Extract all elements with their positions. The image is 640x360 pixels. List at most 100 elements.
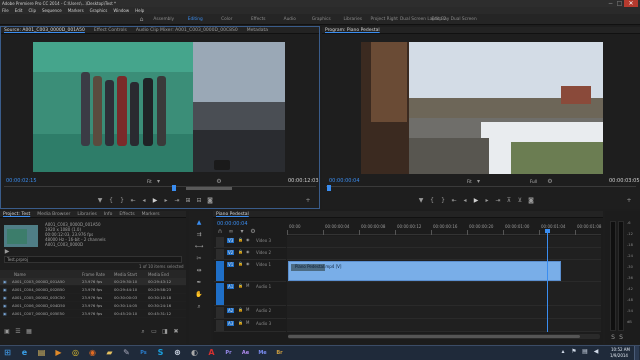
mute-icon[interactable]: M bbox=[246, 320, 249, 325]
extract-icon[interactable]: ⊻ bbox=[517, 198, 523, 204]
table-row[interactable]: ▣ A001_C003_0000D_001A50 23.976 fps 00:29:3… bbox=[0, 278, 186, 286]
network-icon[interactable]: ▤ bbox=[582, 349, 588, 355]
solo-left-icon[interactable]: S bbox=[610, 335, 616, 341]
timeline-playhead[interactable] bbox=[547, 231, 548, 332]
timeline-timecode[interactable]: 00:00:00:04 bbox=[217, 221, 248, 227]
track-target-a1[interactable] bbox=[216, 283, 224, 305]
search-icon[interactable]: ⌕ bbox=[140, 329, 146, 335]
icon-view-icon[interactable]: ▦ bbox=[26, 329, 32, 335]
up-arrow-icon[interactable]: ▴ bbox=[560, 349, 566, 355]
program-timecode[interactable]: 00:00:00:04 bbox=[329, 178, 360, 184]
program-scrubber[interactable] bbox=[326, 186, 636, 191]
tab-timeline-sequence[interactable]: Piano Pedestal bbox=[216, 212, 249, 217]
workspace-project-right[interactable]: Project Right bbox=[369, 17, 401, 22]
project-tab-2[interactable]: Libraries bbox=[77, 212, 96, 217]
track-select-tool-icon[interactable]: ⇉ bbox=[195, 231, 203, 239]
go-to-out-icon[interactable]: ⇥ bbox=[174, 198, 180, 204]
clock-date[interactable]: 1/9/2014 bbox=[610, 353, 628, 358]
project-tab-0[interactable]: Project: Test bbox=[3, 212, 30, 217]
lock-icon[interactable]: 🔒 bbox=[238, 307, 243, 312]
menu-item-file[interactable]: File bbox=[2, 8, 9, 13]
table-row[interactable]: ▣ A001_C005_0000D_003C50 23.976 fps 00:30:0… bbox=[0, 294, 186, 302]
flag-icon[interactable]: ⚑ bbox=[571, 349, 577, 355]
add-marker-icon[interactable]: ▾ bbox=[239, 229, 245, 235]
wrench-icon[interactable]: ⚙ bbox=[216, 178, 222, 184]
source-scrubber[interactable] bbox=[4, 186, 316, 191]
taskbar-explorer-icon[interactable]: ▤ bbox=[36, 347, 47, 358]
solo-right-icon[interactable]: S bbox=[618, 335, 624, 341]
play-preview-icon[interactable]: ▶ bbox=[4, 248, 10, 254]
mute-icon[interactable]: M bbox=[246, 307, 249, 312]
add-button-icon[interactable]: + bbox=[305, 198, 311, 204]
video-clip[interactable]: Piano Pedestal.mp4 [V] bbox=[288, 261, 561, 281]
slip-tool-icon[interactable]: ⇹ bbox=[195, 267, 203, 275]
track-target-a2[interactable] bbox=[216, 307, 224, 318]
timeline-scrollbar[interactable] bbox=[288, 334, 600, 339]
snap-icon[interactable]: ∩ bbox=[217, 229, 223, 235]
taskbar-bridge-icon[interactable]: Br bbox=[274, 347, 285, 358]
lock-icon[interactable]: 🔒 bbox=[238, 283, 243, 288]
new-item-icon[interactable]: ◨ bbox=[162, 329, 168, 335]
taskbar-reader-icon[interactable]: A bbox=[206, 347, 217, 358]
program-playhead[interactable] bbox=[327, 185, 331, 191]
column-header-name[interactable]: Name bbox=[0, 272, 80, 277]
pen-tool-icon[interactable]: ✒ bbox=[195, 279, 203, 287]
source-tab-0[interactable]: Source: A001_C003_0000D_001A50 bbox=[4, 28, 85, 33]
mark-in-icon[interactable]: ▼ bbox=[97, 198, 103, 204]
close-button[interactable]: ✕ bbox=[624, 0, 638, 7]
workspace-audio[interactable]: Audio bbox=[274, 17, 306, 22]
menu-item-help[interactable]: Help bbox=[135, 8, 144, 13]
playhead-handle[interactable] bbox=[545, 229, 550, 233]
ripple-edit-tool-icon[interactable]: ⟷ bbox=[195, 243, 204, 251]
project-tab-4[interactable]: Effects bbox=[119, 212, 134, 217]
wrench-icon[interactable]: ⚙ bbox=[547, 178, 553, 184]
play-icon[interactable]: ▶ bbox=[473, 198, 479, 204]
lock-icon[interactable]: 🔒 bbox=[238, 320, 243, 325]
go-to-in-icon[interactable]: ⇤ bbox=[451, 198, 457, 204]
taskbar-ie-icon[interactable]: e bbox=[19, 347, 30, 358]
program-zoom-select[interactable]: Full bbox=[530, 179, 537, 184]
clock-time[interactable]: 10:52 AM bbox=[611, 347, 630, 352]
minimize-button[interactable]: − bbox=[606, 0, 615, 7]
workspace-effects[interactable]: Effects bbox=[243, 17, 275, 22]
timeline-ruler[interactable]: 00:00 00:00:00:04 00:00:00:08 00:00:00:12 00… bbox=[287, 221, 601, 235]
lock-icon[interactable]: 🔒 bbox=[238, 249, 243, 254]
mark-out-icon[interactable]: { bbox=[429, 198, 435, 204]
razor-tool-icon[interactable]: ✂ bbox=[195, 255, 203, 263]
track-target-v2[interactable] bbox=[216, 249, 224, 259]
program-tab-0[interactable]: Program: Piano Pedestal bbox=[325, 28, 380, 33]
table-row[interactable]: ▣ A001_C007_0000D_005E50 23.976 fps 00:45:2… bbox=[0, 310, 186, 318]
show-desktop-button[interactable] bbox=[634, 346, 639, 360]
workspace-dual-screen-laptop-2[interactable]: Dual Screen Laptop 2 bbox=[400, 17, 446, 22]
column-header-media-end[interactable]: Media End bbox=[146, 272, 184, 277]
export-frame-icon[interactable]: ◙ bbox=[207, 198, 213, 204]
source-tab-2[interactable]: Audio Clip Mixer: A001_C003_0000D_00C8S0 bbox=[136, 28, 238, 33]
taskbar-folder-icon[interactable]: ▰ bbox=[104, 347, 115, 358]
clear-in-icon[interactable]: } bbox=[119, 198, 125, 204]
home-icon[interactable]: ⌂ bbox=[138, 16, 145, 23]
taskbar-aftereffects-icon[interactable]: Ae bbox=[240, 347, 251, 358]
zoom-tool-icon[interactable]: ⌕ bbox=[195, 303, 203, 311]
taskbar-firefox-icon[interactable]: ◉ bbox=[87, 347, 98, 358]
eye-icon[interactable]: ◉ bbox=[246, 261, 250, 266]
taskbar-skype-icon[interactable]: S bbox=[155, 347, 166, 358]
insert-icon[interactable]: ⊞ bbox=[185, 198, 191, 204]
lock-icon[interactable]: ▣ bbox=[4, 329, 10, 335]
menu-item-window[interactable]: Window bbox=[113, 8, 129, 13]
hand-tool-icon[interactable]: ✋ bbox=[195, 291, 203, 299]
project-search-field[interactable]: Test.prproj bbox=[4, 256, 182, 263]
table-row[interactable]: ▣ A001_C004_0000D_002B50 23.976 fps 00:29:4… bbox=[0, 286, 186, 294]
go-to-out-icon[interactable]: ⇥ bbox=[495, 198, 501, 204]
menu-item-edit[interactable]: Edit bbox=[15, 8, 23, 13]
go-to-in-icon[interactable]: ⇤ bbox=[130, 198, 136, 204]
workspace-libraries[interactable]: Libraries bbox=[337, 17, 369, 22]
menu-item-clip[interactable]: Clip bbox=[28, 8, 36, 13]
volume-icon[interactable]: ◀ bbox=[593, 349, 599, 355]
lift-icon[interactable]: ⊼ bbox=[506, 198, 512, 204]
taskbar-start-icon[interactable]: ⊞ bbox=[2, 347, 13, 358]
column-header-media-start[interactable]: Media Start bbox=[112, 272, 146, 277]
step-back-icon[interactable]: ◂ bbox=[462, 198, 468, 204]
lock-icon[interactable]: 🔒 bbox=[238, 261, 243, 266]
column-header-frame-rate[interactable]: Frame Rate bbox=[80, 272, 112, 277]
taskbar-camera-icon[interactable]: ◐ bbox=[189, 347, 200, 358]
